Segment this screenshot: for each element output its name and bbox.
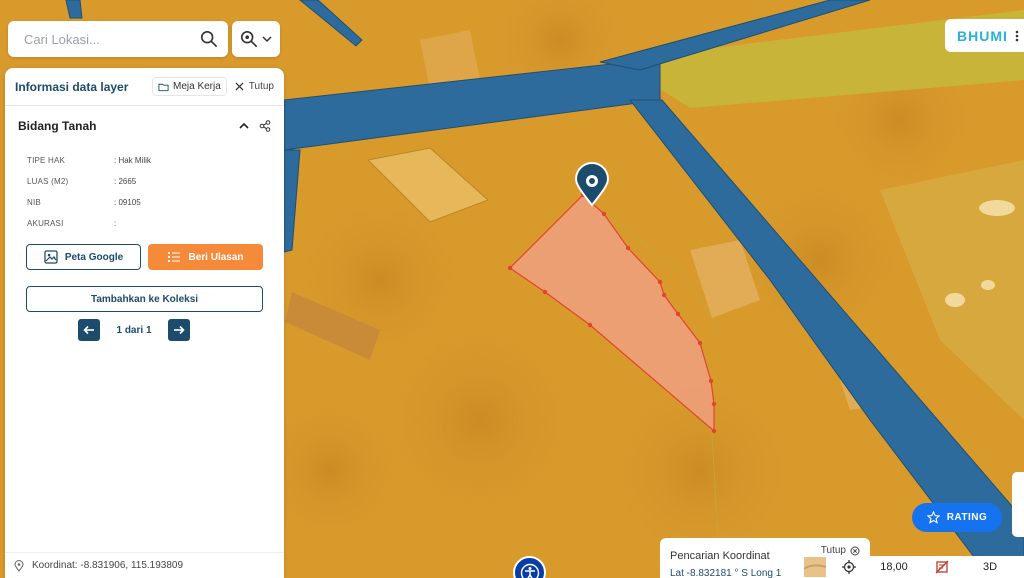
attribute-row: AKURASI : bbox=[27, 219, 284, 240]
close-circle-icon bbox=[850, 546, 860, 555]
attribute-value: : 2665 bbox=[114, 177, 137, 186]
arrow-right-icon bbox=[173, 325, 185, 335]
3d-toggle-button[interactable]: 3D bbox=[966, 556, 1014, 578]
map-toolbar: 18,00 3D bbox=[802, 556, 1024, 578]
attribute-list: TIPE HAK : Hak Milik LUAS (M2) : 2665 NI… bbox=[5, 146, 284, 240]
chevron-down-icon bbox=[262, 36, 272, 43]
parcel-vertex bbox=[675, 311, 681, 317]
map-controls-edge[interactable] bbox=[1012, 472, 1024, 537]
workspace-button[interactable]: Meja Kerja bbox=[151, 77, 227, 96]
parcel-vertex bbox=[661, 292, 667, 298]
panel-header: Informasi data layer Meja Kerja Tutup bbox=[5, 68, 284, 106]
share-icon[interactable] bbox=[259, 120, 271, 132]
accessibility-icon bbox=[520, 563, 539, 578]
attribute-key: AKURASI bbox=[27, 219, 64, 228]
workspace-label: Meja Kerja bbox=[172, 81, 221, 92]
search-input[interactable] bbox=[24, 31, 200, 47]
layer-off-icon bbox=[935, 560, 949, 574]
parcel-vertex bbox=[625, 245, 631, 251]
map-pin-icon bbox=[14, 559, 24, 572]
basemap-thumbnail[interactable] bbox=[802, 556, 828, 578]
close-panel-button[interactable]: Tutup bbox=[235, 81, 274, 92]
location-search-icon bbox=[240, 30, 258, 48]
my-location-button[interactable] bbox=[828, 556, 870, 578]
next-page-button[interactable] bbox=[167, 319, 190, 341]
attribute-key: TIPE HAK bbox=[27, 156, 66, 165]
disable-layer-button[interactable] bbox=[918, 556, 966, 578]
parcel-vertex bbox=[601, 211, 607, 217]
coordinate-search-close-label: Tutup bbox=[820, 545, 846, 556]
prev-page-button[interactable] bbox=[78, 319, 101, 341]
coordinate-readout: Koordinat: -8.831906, 115.193809 bbox=[5, 552, 284, 578]
map-thumbnail-icon bbox=[804, 557, 826, 577]
folder-icon bbox=[158, 83, 169, 91]
attribute-value: : Hak Milik bbox=[114, 156, 151, 165]
star-icon bbox=[926, 511, 940, 524]
close-icon bbox=[235, 82, 244, 91]
google-map-label: Peta Google bbox=[64, 251, 124, 263]
parcel-vertex bbox=[708, 378, 714, 384]
coordinate-text: Koordinat: -8.831906, 115.193809 bbox=[32, 560, 184, 571]
rating-button[interactable]: RATING bbox=[912, 503, 1002, 532]
close-label: Tutup bbox=[248, 81, 274, 92]
attribute-value: : 09105 bbox=[114, 198, 141, 207]
crosshair-icon bbox=[842, 560, 856, 574]
arrow-left-icon bbox=[83, 325, 95, 335]
attribute-key: LUAS (M2) bbox=[27, 177, 69, 186]
coordinate-lat-long: Lat -8.832181 ° S Long 1 bbox=[670, 568, 782, 578]
parcel-vertex bbox=[542, 289, 548, 295]
parcel-vertex bbox=[507, 265, 513, 271]
pagination: 1 dari 1 bbox=[0, 319, 284, 341]
zoom-level: 18,00 bbox=[880, 561, 908, 573]
rating-label: RATING bbox=[946, 512, 988, 523]
review-button[interactable]: Beri Ulasan bbox=[148, 244, 263, 270]
google-map-button[interactable]: Peta Google bbox=[26, 244, 141, 270]
parcel-vertex bbox=[587, 322, 593, 328]
selected-land-parcel[interactable] bbox=[509, 194, 715, 433]
parcel-vertex bbox=[697, 340, 703, 346]
parcel-vertex bbox=[711, 401, 717, 407]
attribute-key: NIB bbox=[27, 198, 41, 207]
search-icon[interactable] bbox=[200, 30, 218, 48]
coordinate-search-close-button[interactable]: Tutup bbox=[821, 545, 860, 556]
section-title: Bidang Tanah bbox=[18, 119, 97, 133]
attribute-row: NIB : 09105 bbox=[27, 198, 284, 219]
panel-title: Informasi data layer bbox=[15, 79, 129, 94]
section-header: Bidang Tanah bbox=[5, 106, 284, 146]
add-to-collection-button[interactable]: Tambahkan ke Koleksi bbox=[26, 286, 263, 312]
review-label: Beri Ulasan bbox=[188, 251, 244, 263]
image-icon bbox=[44, 250, 58, 264]
list-icon bbox=[168, 252, 181, 262]
logo-text: BHUMI bbox=[957, 27, 1008, 44]
action-buttons: Peta Google Beri Ulasan bbox=[5, 244, 284, 270]
bhumi-logo[interactable]: BHUMI bbox=[945, 19, 1024, 52]
location-search-dropdown[interactable] bbox=[232, 21, 280, 57]
parcel-vertex bbox=[657, 279, 663, 285]
attribute-row: LUAS (M2) : 2665 bbox=[27, 177, 284, 198]
attribute-row: TIPE HAK : Hak Milik bbox=[27, 156, 284, 177]
parcel-vertex bbox=[711, 428, 717, 434]
coordinate-search-title: Pencarian Koordinat bbox=[670, 550, 770, 562]
chevron-up-icon[interactable] bbox=[238, 120, 250, 132]
search-bar bbox=[8, 21, 228, 57]
layer-info-panel: Informasi data layer Meja Kerja Tutup Bi… bbox=[5, 68, 284, 578]
attribute-value: : bbox=[114, 219, 117, 228]
more-vertical-icon[interactable] bbox=[1012, 29, 1022, 43]
page-indicator: 1 dari 1 bbox=[116, 324, 152, 336]
